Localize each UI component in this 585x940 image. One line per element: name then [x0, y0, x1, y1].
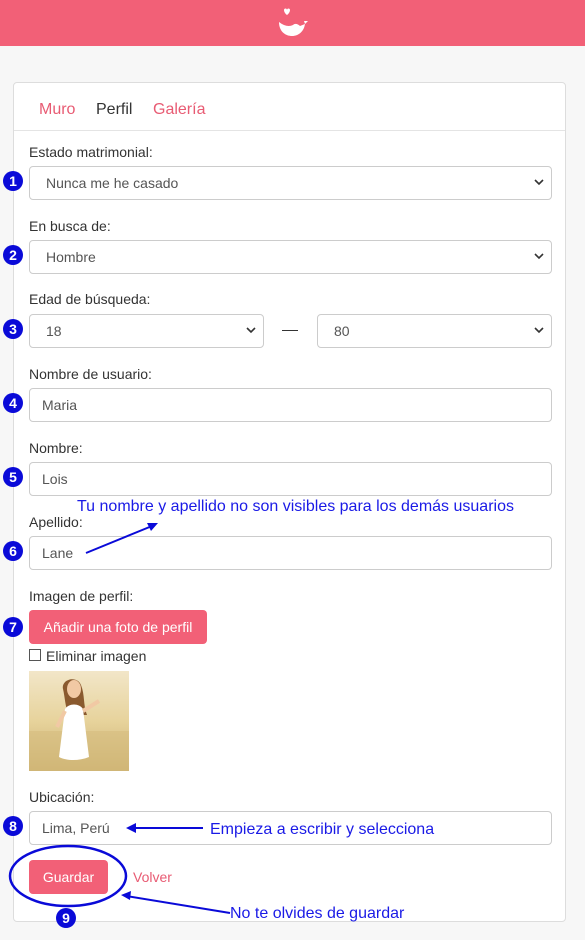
step-badge: 1 [3, 171, 23, 191]
step-badge: 5 [3, 467, 23, 487]
step-badge: 4 [3, 393, 23, 413]
save-reminder-note: No te olvides de guardar [230, 905, 405, 922]
step-badge: 9 [56, 908, 76, 928]
annotation-arrows [8, 523, 231, 914]
location-hint-note: Empieza a escribir y selecciona [210, 821, 435, 838]
step-badge: 7 [3, 617, 23, 637]
step-badge: 2 [3, 245, 23, 265]
step-badge: 8 [3, 816, 23, 836]
name-privacy-note: Tu nombre y apellido no son visibles par… [77, 498, 514, 515]
step-badge: 3 [3, 319, 23, 339]
step-badge: 6 [3, 541, 23, 561]
